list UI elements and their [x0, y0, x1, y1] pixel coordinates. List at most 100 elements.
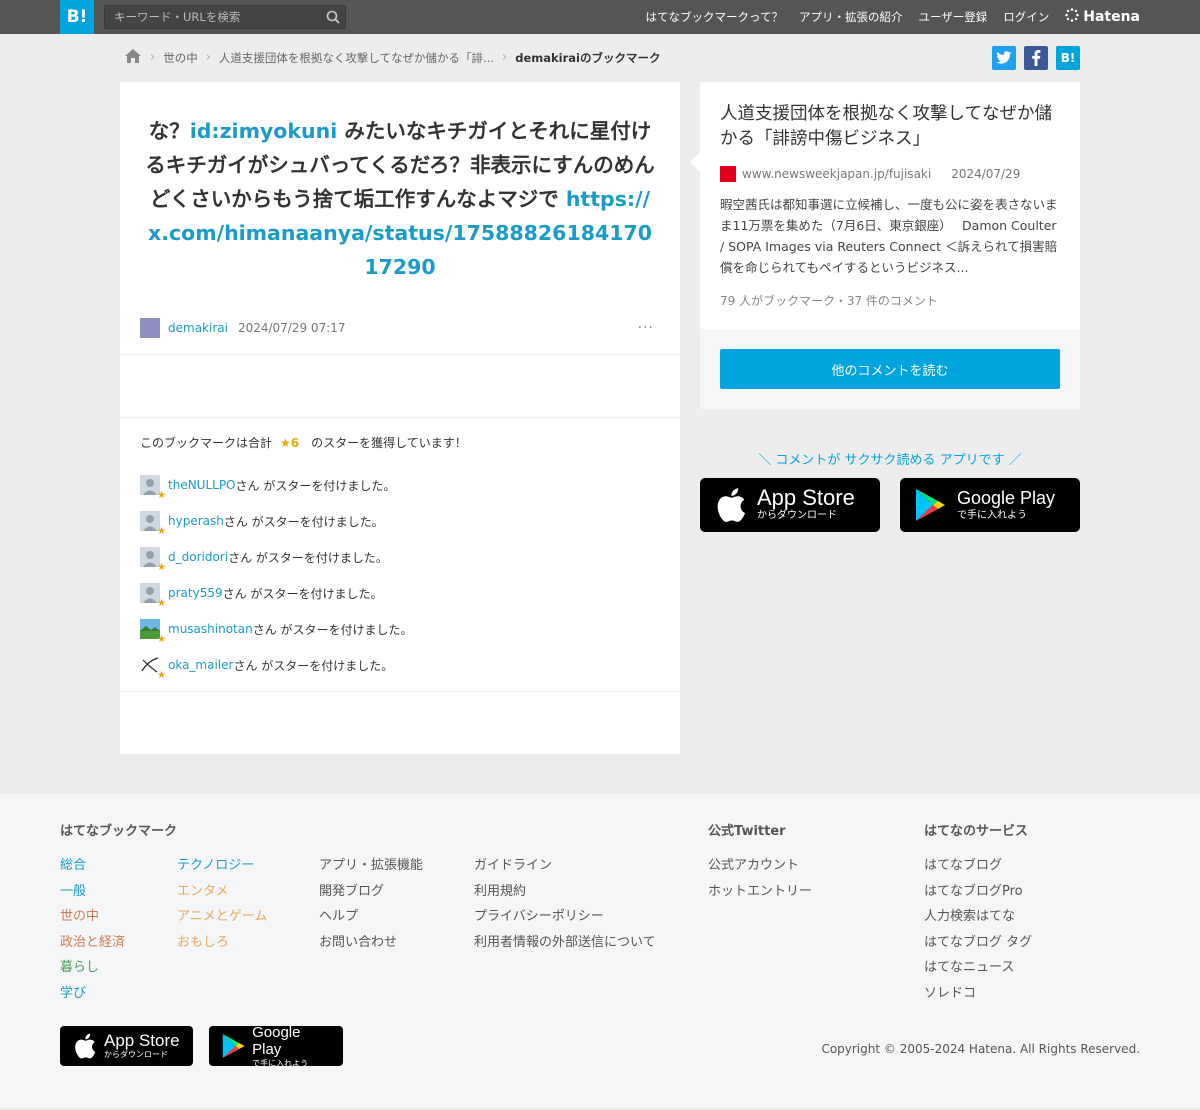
star-text: さん がスターを付けました。: [252, 622, 413, 637]
footer-link[interactable]: はてなニュース: [924, 960, 1014, 975]
star-user-link[interactable]: oka_mailer: [168, 658, 233, 672]
footer-link[interactable]: 公式アカウント: [708, 858, 799, 873]
avatar[interactable]: ★: [140, 475, 166, 501]
footer-link[interactable]: アプリ・拡張機能: [319, 858, 423, 873]
star-icon: ★: [157, 562, 166, 573]
footer-category-link[interactable]: 総合: [60, 858, 86, 873]
bookmark-comment: な？id:zimyokuni みたいなキチガイとそれに星付けるキチガイがシュバっ…: [120, 82, 680, 354]
app-promo-text: ＼ コメントが サクサク読める アプリです ／: [758, 453, 1022, 468]
avatar[interactable]: ★: [140, 619, 166, 645]
search-icon[interactable]: [321, 6, 345, 28]
comment-id-link[interactable]: id:zimyokuni: [190, 119, 338, 143]
twitter-share-button[interactable]: [992, 46, 1016, 70]
hatena-bookmark-share-button[interactable]: B!: [1056, 46, 1080, 70]
footer-category-link[interactable]: アニメとゲーム: [177, 909, 267, 924]
bookmark-panel: な？id:zimyokuni みたいなキチガイとそれに星付けるキチガイがシュバっ…: [120, 82, 680, 754]
read-other-comments-button[interactable]: 他のコメントを読む: [720, 349, 1060, 389]
facebook-share-button[interactable]: [1024, 46, 1048, 70]
footer-app-store-button[interactable]: App Store からダウンロード: [60, 1026, 193, 1066]
main-content: な？id:zimyokuni みたいなキチガイとそれに星付けるキチガイがシュバっ…: [120, 82, 1080, 754]
bookmark-user-link[interactable]: demakirai: [168, 321, 228, 335]
hatena-dots-icon: [1065, 8, 1080, 26]
star-user-link[interactable]: d_doridori: [168, 550, 228, 564]
home-icon[interactable]: [124, 48, 142, 67]
entry-summary: 暇空茜氏は都知事選に立候補し、一度も公に姿を表さないまま11万票を集めた（7月6…: [720, 197, 1058, 275]
footer-google-play-label: Google Play で手に入れよう: [252, 1024, 331, 1069]
footer-link[interactable]: はてなブログ タグ: [924, 935, 1032, 950]
app-store-small: からダウンロード: [757, 510, 837, 521]
chevron-right-icon: ›: [502, 50, 508, 65]
avatar[interactable]: ★: [140, 655, 166, 681]
chevron-right-icon: ›: [150, 50, 156, 65]
footer-link[interactable]: 利用者情報の外部送信について: [474, 935, 656, 950]
breadcrumb-entry[interactable]: 人道支援団体を根拠なく攻撃してなぜか儲かる「誹...: [219, 50, 494, 66]
entry-title[interactable]: 人道支援団体を根拠なく攻撃してなぜか儲かる「誹謗中傷ビジネス」: [720, 102, 1060, 152]
footer-services-column: はてなのサービス はてなブログ はてなブログPro 人力検索はてな はてなブログ…: [924, 820, 1032, 1006]
footer-link[interactable]: 人力検索はてな: [924, 909, 1015, 924]
avatar[interactable]: [140, 318, 160, 338]
stars-title-after: のスターを獲得しています！: [311, 436, 467, 450]
footer-bookmark-column: はてなブックマーク 総合 一般 世の中 政治と経済 暮らし 学び テクノロジー …: [60, 820, 708, 1006]
star-icon: ★: [157, 490, 166, 501]
footer-link[interactable]: ホットエントリー: [708, 884, 812, 899]
footer-link[interactable]: はてなブログ: [924, 858, 1002, 873]
footer-app-buttons: App Store からダウンロード Google Play で手に入れよう: [60, 1024, 343, 1069]
nav-apps[interactable]: アプリ・拡張の紹介: [799, 9, 903, 25]
search-input[interactable]: キーワード・URLを検索: [105, 9, 321, 25]
facebook-icon: [1032, 50, 1041, 66]
google-play-button[interactable]: Google Play で手に入れよう: [900, 478, 1080, 532]
breadcrumb-category[interactable]: 世の中: [163, 50, 198, 66]
star-text: さん がスターを付けました。: [233, 658, 394, 673]
footer-link[interactable]: プライバシーポリシー: [474, 909, 604, 924]
footer-category-link[interactable]: 暮らし: [60, 960, 99, 975]
nav-about[interactable]: はてなブックマークって？: [646, 9, 783, 25]
footer-columns: はてなブックマーク 総合 一般 世の中 政治と経済 暮らし 学び テクノロジー …: [60, 820, 1140, 1006]
hatena-bookmark-logo[interactable]: B!: [60, 0, 94, 34]
top-bar: B! キーワード・URLを検索 はてなブックマークって？ アプリ・拡張の紹介 ユ…: [0, 0, 1200, 34]
footer-link[interactable]: 利用規約: [474, 884, 526, 899]
hatena-brand-link[interactable]: Hatena: [1065, 8, 1140, 26]
footer-link[interactable]: お問い合わせ: [319, 935, 397, 950]
footer-category-link[interactable]: おもしろ: [177, 935, 229, 950]
nav-register[interactable]: ユーザー登録: [918, 9, 987, 25]
footer-link[interactable]: ヘルプ: [319, 909, 358, 924]
list-item: ★ d_doridori さん がスターを付けました。: [140, 539, 660, 575]
avatar[interactable]: ★: [140, 547, 166, 573]
blank-area: [120, 355, 680, 417]
footer-google-play-button[interactable]: Google Play で手に入れよう: [209, 1024, 343, 1069]
app-store-button[interactable]: App Store からダウンロード: [700, 478, 880, 532]
star-user-link[interactable]: praty559: [168, 586, 223, 600]
avatar[interactable]: ★: [140, 511, 166, 537]
footer-link[interactable]: ソレドコ: [924, 986, 976, 1001]
footer-category-link[interactable]: 一般: [60, 884, 86, 899]
entry-domain-link[interactable]: www.newsweekjapan.jp/fujisaki: [742, 167, 931, 181]
footer-app-store-big: App Store: [104, 1031, 180, 1050]
footer-category-link[interactable]: 学び: [60, 986, 86, 1001]
star-user-link[interactable]: theNULLPO: [168, 478, 236, 492]
footer-category-link[interactable]: 世の中: [60, 909, 99, 924]
list-item: ★ theNULLPO さん がスターを付けました。: [140, 467, 660, 503]
star-user-link[interactable]: musashinotan: [168, 622, 253, 636]
stars-title-before: このブックマークは合計: [140, 436, 273, 450]
avatar[interactable]: ★: [140, 583, 166, 609]
top-nav: はてなブックマークって？ アプリ・拡張の紹介 ユーザー登録 ログイン Haten…: [646, 0, 1140, 34]
star-user-link[interactable]: hyperash: [168, 514, 224, 528]
footer-google-play-big: Google Play: [252, 1023, 301, 1058]
entry-sidebar: 人道支援団体を根拠なく攻撃してなぜか儲かる「誹謗中傷ビジネス」 www.news…: [690, 82, 1080, 532]
site-favicon-icon: [720, 166, 736, 182]
footer-links-list-2: ガイドライン 利用規約 プライバシーポリシー 利用者情報の外部送信について: [474, 853, 656, 1006]
nav-login[interactable]: ログイン: [1003, 9, 1049, 25]
footer: はてなブックマーク 総合 一般 世の中 政治と経済 暮らし 学び テクノロジー …: [0, 794, 1200, 1108]
footer-category-link[interactable]: テクノロジー: [177, 858, 254, 873]
footer-category-link[interactable]: エンタメ: [177, 884, 229, 899]
list-item: ★ hyperash さん がスターを付けました。: [140, 503, 660, 539]
more-options-icon[interactable]: ···: [638, 320, 654, 336]
footer-twitter-list: 公式アカウント ホットエントリー: [708, 853, 924, 904]
footer-link[interactable]: 開発ブログ: [319, 884, 384, 899]
footer-category-link[interactable]: 政治と経済: [60, 935, 125, 950]
footer-link[interactable]: はてなブログPro: [924, 884, 1023, 899]
footer-link[interactable]: ガイドライン: [474, 858, 552, 873]
entry-bookmark-count: 79 人がブックマーク・37 件のコメント: [720, 294, 938, 308]
apple-icon: [714, 488, 748, 522]
search-box[interactable]: キーワード・URLを検索: [104, 5, 346, 29]
